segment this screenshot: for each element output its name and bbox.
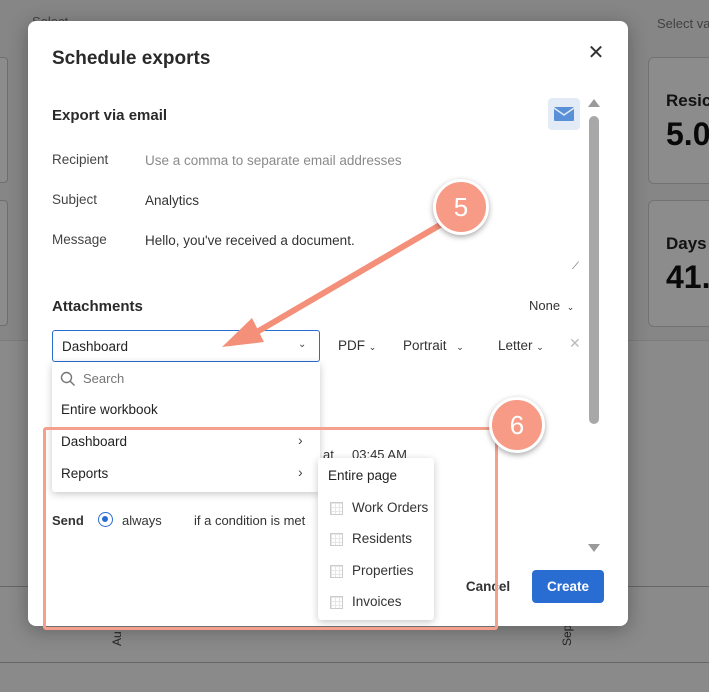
attachment-select-value: Dashboard	[62, 339, 129, 354]
chevron-down-icon: ⌄	[298, 339, 307, 350]
dialog-title: Schedule exports	[52, 48, 211, 69]
orientation-dropdown[interactable]: Portrait ⌄	[403, 338, 464, 353]
recipient-input[interactable]: Use a comma to separate email addresses	[145, 153, 402, 168]
format-dropdown[interactable]: PDF ⌄	[338, 338, 376, 353]
create-button[interactable]: Create	[532, 570, 604, 603]
scroll-down-icon[interactable]	[588, 544, 600, 552]
message-label: Message	[52, 232, 107, 247]
paper-size-dropdown[interactable]: Letter ⌄	[498, 338, 544, 353]
attachment-select[interactable]: Dashboard ⌄	[52, 330, 320, 362]
close-icon[interactable]: ✕	[586, 43, 606, 63]
orientation-label: Portrait	[403, 338, 447, 353]
scroll-thumb[interactable]	[589, 116, 599, 424]
remove-attachment-icon[interactable]: ✕	[569, 335, 581, 352]
dropdown-search-input[interactable]	[83, 371, 283, 386]
attachments-none-dropdown[interactable]: None ⌄	[529, 298, 574, 313]
scroll-up-icon[interactable]	[588, 99, 600, 107]
highlight-box-step-6	[43, 427, 498, 630]
message-textarea[interactable]: Hello, you've received a document.	[145, 233, 355, 248]
none-dropdown-label: None	[529, 298, 561, 313]
chevron-down-icon: ⌄	[536, 342, 544, 352]
search-icon	[60, 371, 75, 386]
dialog-scrollbar[interactable]	[586, 99, 602, 554]
attachments-title: Attachments	[52, 298, 143, 315]
subject-label: Subject	[52, 192, 98, 207]
envelope-icon[interactable]	[548, 98, 580, 130]
step-badge-6: 6	[489, 397, 545, 453]
subject-input[interactable]: Analytics	[145, 193, 199, 208]
chevron-down-icon: ⌄	[368, 342, 377, 352]
chevron-down-icon: ⌄	[566, 302, 575, 312]
dropdown-item-entire-workbook[interactable]: Entire workbook	[52, 394, 320, 426]
email-section-title: Export via email	[52, 107, 168, 124]
resize-handle-icon[interactable]: ⟋	[572, 261, 579, 272]
format-label: PDF	[338, 338, 365, 353]
chevron-down-icon: ⌄	[456, 342, 464, 352]
step-badge-5: 5	[433, 179, 489, 235]
recipient-label: Recipient	[52, 152, 109, 167]
paper-size-label: Letter	[498, 338, 533, 353]
dropdown-item-label: Entire workbook	[61, 402, 158, 417]
